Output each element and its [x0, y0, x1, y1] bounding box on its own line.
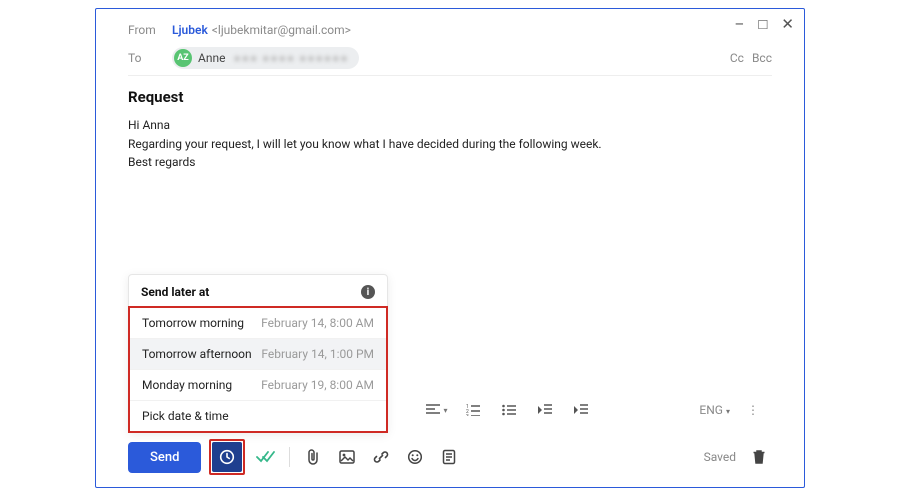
cc-button[interactable]: Cc [730, 51, 744, 65]
align-menu[interactable] [424, 397, 450, 423]
schedule-highlight [209, 439, 245, 475]
from-row: From Ljubek <ljubekmitar@gmail.com> [128, 19, 772, 43]
subject-field[interactable]: Request [128, 88, 772, 106]
maximize-button[interactable]: □ [758, 15, 767, 33]
more-menu-icon[interactable]: ⋮ [740, 397, 766, 423]
window-controls: – □ ✕ [735, 15, 794, 33]
body-line: Regarding your request, I will let you k… [128, 135, 772, 154]
indent-icon[interactable] [568, 397, 594, 423]
from-email: <ljubekmitar@gmail.com> [212, 23, 351, 37]
emoji-icon[interactable] [402, 444, 428, 470]
format-toolbar: 123 [424, 397, 604, 423]
option-label: Tomorrow morning [142, 316, 244, 330]
bottom-toolbar: Send [128, 431, 772, 475]
minimize-button[interactable]: – [735, 15, 745, 33]
option-tomorrow-afternoon[interactable]: Tomorrow afternoon February 14, 1:00 PM [130, 338, 386, 369]
bullet-list-icon[interactable] [496, 397, 522, 423]
attachment-icon[interactable] [300, 444, 326, 470]
recipient-chip[interactable]: AZ Anne ●●● ●●●● ●●●●●● [172, 47, 359, 69]
compose-window: – □ ✕ From Ljubek <ljubekmitar@gmail.com… [95, 8, 805, 488]
popup-title: Send later at [141, 285, 209, 299]
recipient-blurred: ●●● ●●●● ●●●●●● [233, 51, 348, 65]
read-receipt-icon[interactable] [253, 444, 279, 470]
numbered-list-icon[interactable]: 123 [460, 397, 486, 423]
svg-text:3: 3 [466, 414, 469, 416]
bcc-button[interactable]: Bcc [752, 51, 772, 65]
from-name[interactable]: Ljubek [172, 23, 208, 37]
option-monday-morning[interactable]: Monday morning February 19, 8:00 AM [130, 369, 386, 400]
body-line: Best regards [128, 153, 772, 172]
popup-options-highlight: Tomorrow morning February 14, 8:00 AM To… [128, 306, 388, 433]
send-later-popup: Send later at i Tomorrow morning Februar… [128, 274, 388, 433]
option-time: February 19, 8:00 AM [261, 378, 374, 392]
link-icon[interactable] [368, 444, 394, 470]
trash-icon[interactable] [746, 444, 772, 470]
to-row: To AZ Anne ●●● ●●●● ●●●●●● Cc Bcc [128, 43, 772, 76]
info-icon[interactable]: i [361, 285, 375, 299]
outdent-icon[interactable] [532, 397, 558, 423]
body-line: Hi Anna [128, 116, 772, 135]
option-label: Tomorrow afternoon [142, 347, 252, 361]
avatar: AZ [174, 49, 192, 67]
to-label: To [128, 51, 172, 65]
recipient-name: Anne [198, 51, 225, 65]
send-button[interactable]: Send [128, 442, 201, 473]
option-label: Monday morning [142, 378, 232, 392]
saved-status: Saved [704, 450, 736, 464]
option-label: Pick date & time [142, 409, 229, 423]
close-button[interactable]: ✕ [781, 15, 794, 33]
separator [289, 447, 290, 467]
option-pick-date-time[interactable]: Pick date & time [130, 400, 386, 431]
image-icon[interactable] [334, 444, 360, 470]
option-tomorrow-morning[interactable]: Tomorrow morning February 14, 8:00 AM [130, 308, 386, 338]
from-label: From [128, 23, 172, 37]
template-icon[interactable] [436, 444, 462, 470]
clock-icon [219, 449, 235, 465]
option-time: February 14, 8:00 AM [261, 316, 374, 330]
option-time: February 14, 1:00 PM [261, 347, 374, 361]
language-selector[interactable]: ENG [699, 403, 730, 417]
schedule-send-button[interactable] [212, 442, 242, 472]
